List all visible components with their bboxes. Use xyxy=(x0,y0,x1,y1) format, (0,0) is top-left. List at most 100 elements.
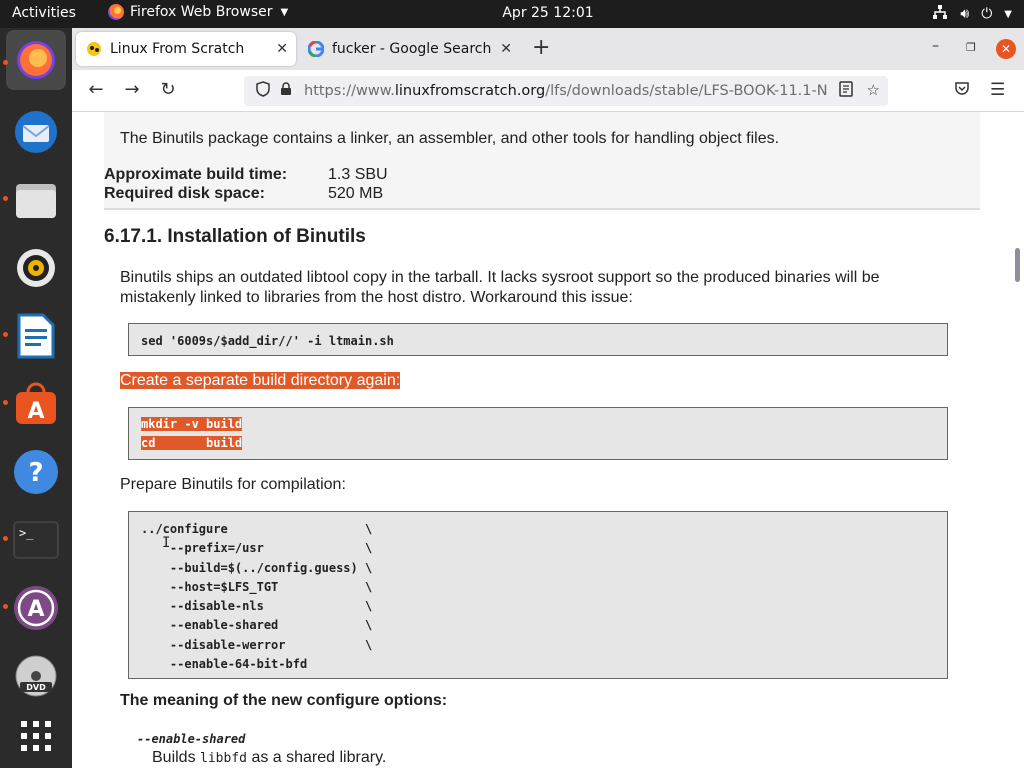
power-icon[interactable]: ⏻ xyxy=(981,6,992,22)
option-def-text: as a shared library. xyxy=(247,749,387,766)
help-icon: ? xyxy=(14,450,58,494)
url-actions: ☆ xyxy=(838,81,880,101)
code-block-sed: sed '6009s/$add_dir//' -i ltmain.sh xyxy=(128,323,948,356)
network-icon[interactable] xyxy=(932,4,948,24)
option-definition: Builds libbfd as a shared library. xyxy=(152,749,386,767)
reader-view-icon[interactable] xyxy=(838,81,853,101)
intro-paragraph: Binutils ships an outdated libtool copy … xyxy=(120,268,920,308)
options-heading: The meaning of the new configure options… xyxy=(120,692,448,709)
svg-text:A: A xyxy=(27,597,44,622)
navigation-toolbar: ← → ↻ https://www. linuxfromscratch.org/l… xyxy=(72,70,1024,112)
text-cursor-icon: I xyxy=(162,535,171,551)
running-indicator xyxy=(3,400,8,405)
volume-icon[interactable]: 🔊︎ xyxy=(960,6,969,22)
dock-terminal[interactable]: >_ xyxy=(12,516,60,564)
svg-text:?: ? xyxy=(28,458,43,488)
terminal-icon: >_ xyxy=(13,521,59,559)
running-indicator xyxy=(3,604,8,609)
bookmark-star-icon[interactable]: ☆ xyxy=(867,81,880,101)
option-def-literal: libbfd xyxy=(200,751,247,766)
section-heading: 6.17.1. Installation of Binutils xyxy=(104,226,366,247)
disk-space-value: 520 MB xyxy=(328,185,384,202)
package-description: The Binutils package contains a linker, … xyxy=(120,130,780,147)
selected-code-line: mkdir -v build xyxy=(141,417,243,431)
option-def-text: Builds xyxy=(152,749,201,766)
minimize-icon[interactable]: – xyxy=(932,38,939,54)
disc-icon: DVD xyxy=(15,655,57,697)
url-path: /lfs/downloads/stable/LFS-BOOK-11.1-N xyxy=(545,83,828,99)
url-domain: linuxfromscratch.org xyxy=(394,83,546,99)
disk-space-row: Required disk space: 520 MB xyxy=(104,185,383,203)
pocket-icon[interactable] xyxy=(954,80,970,101)
system-tray[interactable]: 🔊︎ ⏻ ▼ xyxy=(932,4,1012,24)
running-indicator xyxy=(3,332,8,337)
close-tab-icon[interactable]: ✕ xyxy=(500,41,512,57)
close-window-icon[interactable]: ✕ xyxy=(996,39,1016,59)
running-indicator xyxy=(3,196,8,201)
code-line: ../configure \ xyxy=(141,522,373,536)
code-line: --disable-nls \ xyxy=(141,599,373,614)
chevron-down-icon[interactable]: ▼ xyxy=(1004,9,1012,20)
hamburger-menu-icon[interactable]: ☰ xyxy=(990,80,1005,100)
running-indicator xyxy=(3,60,8,65)
dock-help[interactable]: ? xyxy=(12,448,60,496)
dock-rhythmbox[interactable] xyxy=(12,244,60,292)
vertical-scrollbar[interactable] xyxy=(1015,248,1020,282)
dock-thunderbird[interactable] xyxy=(12,108,60,156)
app-grid-icon xyxy=(21,721,51,751)
intro-line: mistakenly linked to libraries from the … xyxy=(120,289,633,306)
dock-firefox[interactable] xyxy=(6,30,66,90)
code-block-configure: ../configure \ --prefix=/usr \ --build=$… xyxy=(128,511,948,679)
code-line: --enable-shared \ xyxy=(141,618,373,633)
dock-dvd[interactable]: DVD xyxy=(12,652,60,700)
lfs-favicon-icon xyxy=(86,41,102,57)
code-line: --enable-64-bit-bfd xyxy=(141,657,308,672)
build-time-row: Approximate build time: 1.3 SBU xyxy=(104,166,388,184)
document-icon xyxy=(17,313,55,359)
code-line: --disable-werror \ xyxy=(141,637,373,652)
lock-icon[interactable] xyxy=(280,82,292,100)
dock-software-updater[interactable]: A xyxy=(12,584,60,632)
forward-icon[interactable]: → xyxy=(120,79,144,100)
folder-icon xyxy=(16,184,56,218)
shopping-bag-icon: A xyxy=(16,382,56,424)
tab-title: fucker - Google Search xyxy=(332,41,492,57)
page-viewport[interactable]: The Binutils package contains a linker, … xyxy=(72,112,1024,768)
maximize-icon[interactable]: ❐ xyxy=(966,41,976,54)
new-tab-icon[interactable]: + xyxy=(532,37,550,59)
dock-ubuntu-software[interactable]: A xyxy=(12,380,60,428)
tab-title: Linux From Scratch xyxy=(110,41,245,57)
clock[interactable]: Apr 25 12:01 xyxy=(0,5,1024,21)
svg-text:DVD: DVD xyxy=(26,683,46,692)
speaker-icon xyxy=(17,249,55,287)
code-block-mkdir: mkdir -v build cd build xyxy=(128,407,948,460)
google-favicon-icon xyxy=(308,41,324,57)
dock-writer[interactable] xyxy=(12,312,60,360)
dock: A ? >_ A DVD xyxy=(0,28,72,768)
back-icon[interactable]: ← xyxy=(84,79,108,100)
selected-code-line: cd build xyxy=(141,436,243,451)
url-bar[interactable]: https://www. linuxfromscratch.org/lfs/dow… xyxy=(244,76,888,106)
reload-icon[interactable]: ↻ xyxy=(156,79,180,100)
updater-icon: A xyxy=(14,586,58,630)
running-indicator xyxy=(3,536,8,541)
code-line: --build=$(../config.guess) \ xyxy=(141,560,373,575)
code-line: --prefix=/usr \ xyxy=(141,541,373,556)
svg-text:A: A xyxy=(27,399,44,424)
build-dir-paragraph: Create a separate build directory again: xyxy=(120,371,920,391)
tab-google-search[interactable]: fucker - Google Search ✕ xyxy=(298,32,520,66)
close-tab-icon[interactable]: ✕ xyxy=(276,41,288,57)
tab-linux-from-scratch[interactable]: Linux From Scratch ✕ xyxy=(76,32,296,66)
dock-files[interactable] xyxy=(12,176,60,224)
code-line: --host=$LFS_TGT \ xyxy=(141,579,373,594)
option-term: --enable-shared xyxy=(137,732,246,746)
dock-show-applications[interactable] xyxy=(12,712,60,760)
url-scheme: https://www. xyxy=(304,83,395,99)
build-time-value: 1.3 SBU xyxy=(328,166,388,183)
prepare-paragraph: Prepare Binutils for compilation: xyxy=(120,476,346,493)
gnome-top-bar: Activities Firefox Web Browser ▼ Apr 25 … xyxy=(0,0,1024,28)
intro-line: Binutils ships an outdated libtool copy … xyxy=(120,269,880,286)
tracking-protection-shield-icon[interactable] xyxy=(256,81,270,101)
disk-space-label: Required disk space: xyxy=(104,185,265,202)
tab-bar: Linux From Scratch ✕ fucker - Google Sea… xyxy=(72,28,1024,70)
